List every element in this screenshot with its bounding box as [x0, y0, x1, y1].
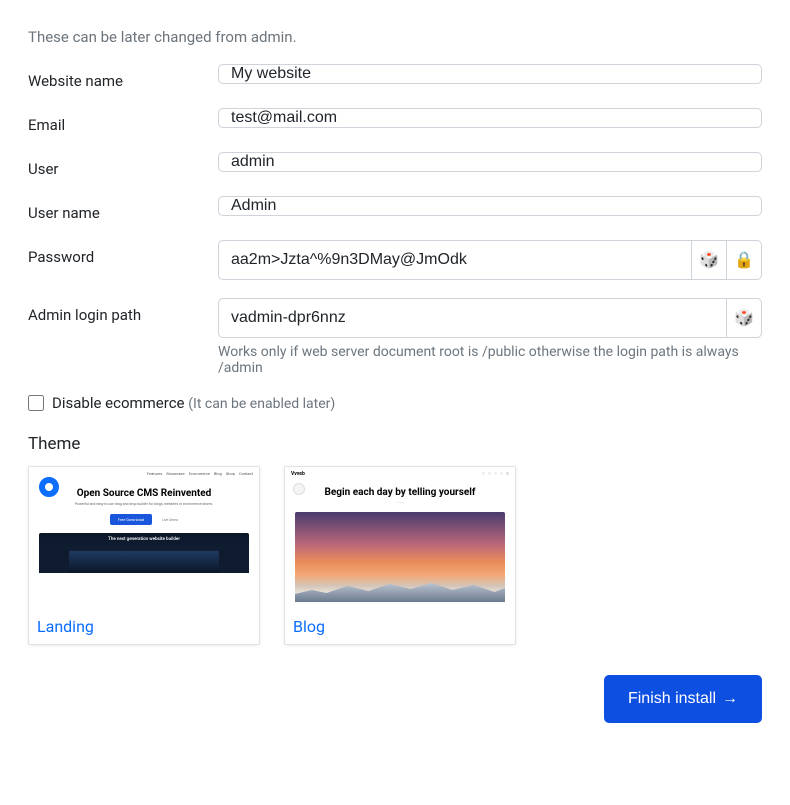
theme-card-blog[interactable]: Vvveb ○○○○≡ Begin each day by telling yo…	[284, 466, 516, 645]
label-password: Password	[28, 240, 218, 266]
theme-label-landing: Landing	[29, 611, 259, 644]
arrow-right-icon: →	[722, 690, 738, 708]
user-input[interactable]	[218, 152, 762, 172]
preview-blog-title: Begin each day by telling yourself	[285, 487, 515, 498]
dice-icon: 🎲	[734, 308, 754, 328]
finish-install-button[interactable]: Finish install →	[604, 675, 762, 723]
lock-icon: 🔒	[734, 250, 754, 270]
theme-card-landing[interactable]: FeaturesShowcaseEcommerceBlogShopContact…	[28, 466, 260, 645]
toggle-password-button[interactable]: 🔒	[726, 240, 762, 280]
disable-ecommerce-hint: (It can be enabled later)	[188, 396, 335, 412]
disable-ecommerce-checkbox[interactable]	[28, 395, 44, 411]
website-name-input[interactable]	[218, 64, 762, 84]
label-user: User	[28, 152, 218, 178]
generate-password-button[interactable]: 🎲	[691, 240, 727, 280]
email-input[interactable]	[218, 108, 762, 128]
preview-blog-meta: — — —	[285, 500, 515, 504]
row-disable-ecommerce: Disable ecommerce (It can be enabled lat…	[28, 394, 762, 412]
label-email: Email	[28, 108, 218, 134]
row-user-name: User name	[28, 196, 762, 222]
password-input[interactable]	[218, 240, 692, 280]
label-user-name: User name	[28, 196, 218, 222]
page-hint: These can be later changed from admin.	[28, 28, 762, 46]
generate-path-button[interactable]: 🎲	[726, 298, 762, 338]
label-admin-login-path: Admin login path	[28, 298, 218, 324]
preview-hero-title: Open Source CMS Reinvented	[29, 488, 259, 499]
theme-radio-landing[interactable]	[39, 477, 59, 497]
admin-login-path-help: Works only if web server document root i…	[218, 344, 762, 376]
admin-login-path-input[interactable]	[218, 298, 727, 338]
row-user: User	[28, 152, 762, 178]
row-website-name: Website name	[28, 64, 762, 90]
preview-blog-top: Vvveb ○○○○≡	[285, 467, 515, 481]
theme-label-blog: Blog	[285, 611, 515, 644]
theme-heading: Theme	[28, 434, 762, 454]
disable-ecommerce-label[interactable]: Disable ecommerce (It can be enabled lat…	[52, 394, 335, 412]
theme-preview-landing: FeaturesShowcaseEcommerceBlogShopContact…	[29, 467, 259, 611]
label-website-name: Website name	[28, 64, 218, 90]
preview-blog-image	[295, 512, 505, 602]
footer: Finish install →	[28, 675, 762, 723]
user-name-input[interactable]	[218, 196, 762, 216]
row-password: Password 🎲 🔒	[28, 240, 762, 280]
preview-dark-section: The next generation website builder	[39, 533, 249, 573]
preview-hero-buttons: Free Download Live Demo	[29, 507, 259, 525]
dice-icon: 🎲	[699, 250, 719, 270]
preview-nav: FeaturesShowcaseEcommerceBlogShopContact	[29, 467, 259, 480]
theme-preview-blog: Vvveb ○○○○≡ Begin each day by telling yo…	[285, 467, 515, 611]
theme-options: FeaturesShowcaseEcommerceBlogShopContact…	[28, 466, 762, 645]
preview-blog-avatar	[293, 483, 305, 495]
row-admin-login-path: Admin login path 🎲 Works only if web ser…	[28, 298, 762, 376]
row-email: Email	[28, 108, 762, 134]
